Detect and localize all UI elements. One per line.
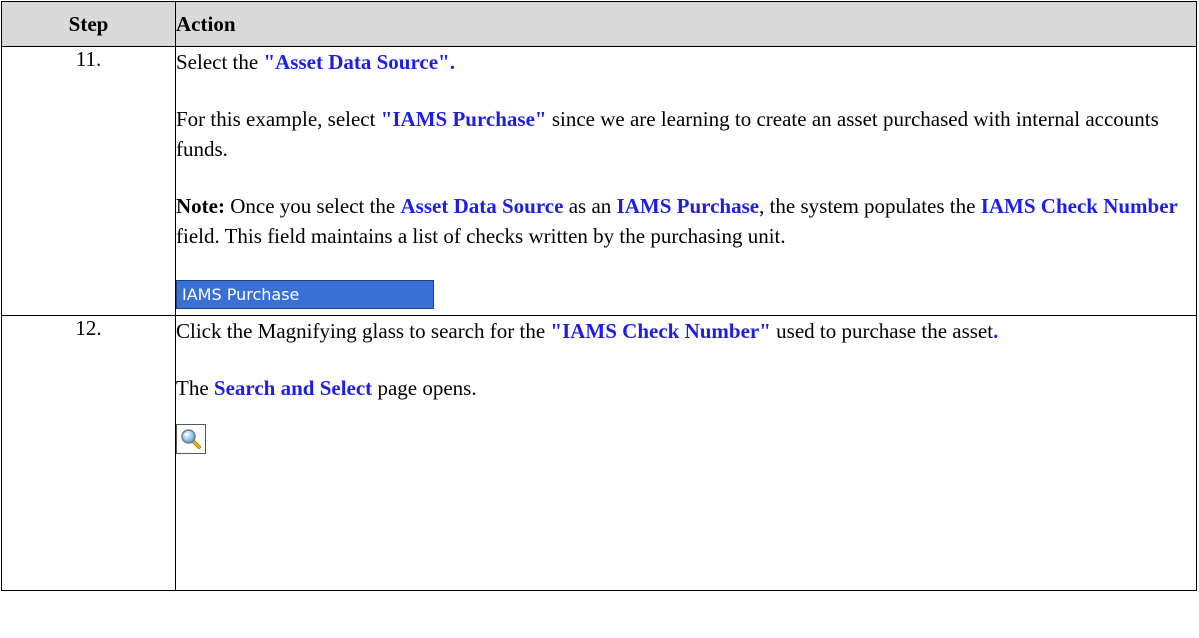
result-text: The	[176, 376, 214, 400]
table-row: 12. Click the Magnifying glass to search…	[1, 315, 1197, 591]
note-text: field. This field maintains a list of ch…	[176, 224, 786, 248]
highlight-asset-data-source: "Asset Data Source".	[263, 50, 455, 74]
instruction-paragraph: Click the Magnifying glass to search for…	[176, 316, 1196, 346]
highlight-search-and-select: Search and Select	[213, 376, 373, 400]
highlight-iams-check-number: "IAMS Check Number"	[550, 319, 771, 343]
highlight-iams-purchase: IAMS Purchase	[616, 194, 760, 218]
action-cell: Click the Magnifying glass to search for…	[175, 315, 1197, 591]
note-label: Note:	[176, 194, 225, 218]
highlight-iams-check-number: IAMS Check Number	[980, 194, 1178, 218]
asset-data-source-selected-value[interactable]: IAMS Purchase	[176, 280, 434, 309]
instruction-text: Select the	[176, 50, 264, 74]
table-row: 11. Select the "Asset Data Source". For …	[1, 46, 1197, 316]
magnifying-glass-icon	[181, 429, 201, 449]
steps-table: Step Action 11. Select the "Asset Data S…	[1, 1, 1197, 591]
note-text: Once you select the	[224, 194, 401, 218]
highlight-iams-purchase: "IAMS Purchase"	[380, 107, 547, 131]
magnifying-glass-button[interactable]	[176, 424, 206, 454]
note-text: , the system populates the	[759, 194, 981, 218]
action-column-header: Action	[175, 1, 1197, 47]
step-number: 12.	[1, 315, 176, 591]
step-number: 11.	[1, 46, 176, 316]
action-cell: Select the "Asset Data Source". For this…	[175, 46, 1197, 316]
result-text: page opens.	[372, 376, 477, 400]
table-header-row: Step Action	[1, 1, 1197, 47]
instruction-paragraph: Select the "Asset Data Source".	[176, 47, 1196, 77]
note-text: as an	[563, 194, 617, 218]
highlight-period: .	[993, 319, 999, 343]
instruction-text: Click the Magnifying glass to search for…	[176, 319, 551, 343]
example-text: For this example, select	[176, 107, 381, 131]
highlight-asset-data-source: Asset Data Source	[400, 194, 564, 218]
instruction-text: used to purchase the asset	[770, 319, 994, 343]
step-column-header: Step	[1, 1, 176, 47]
example-paragraph: For this example, select "IAMS Purchase"…	[176, 104, 1196, 164]
note-paragraph: Note: Once you select the Asset Data Sou…	[176, 191, 1196, 251]
result-paragraph: The Search and Select page opens.	[176, 373, 1196, 403]
